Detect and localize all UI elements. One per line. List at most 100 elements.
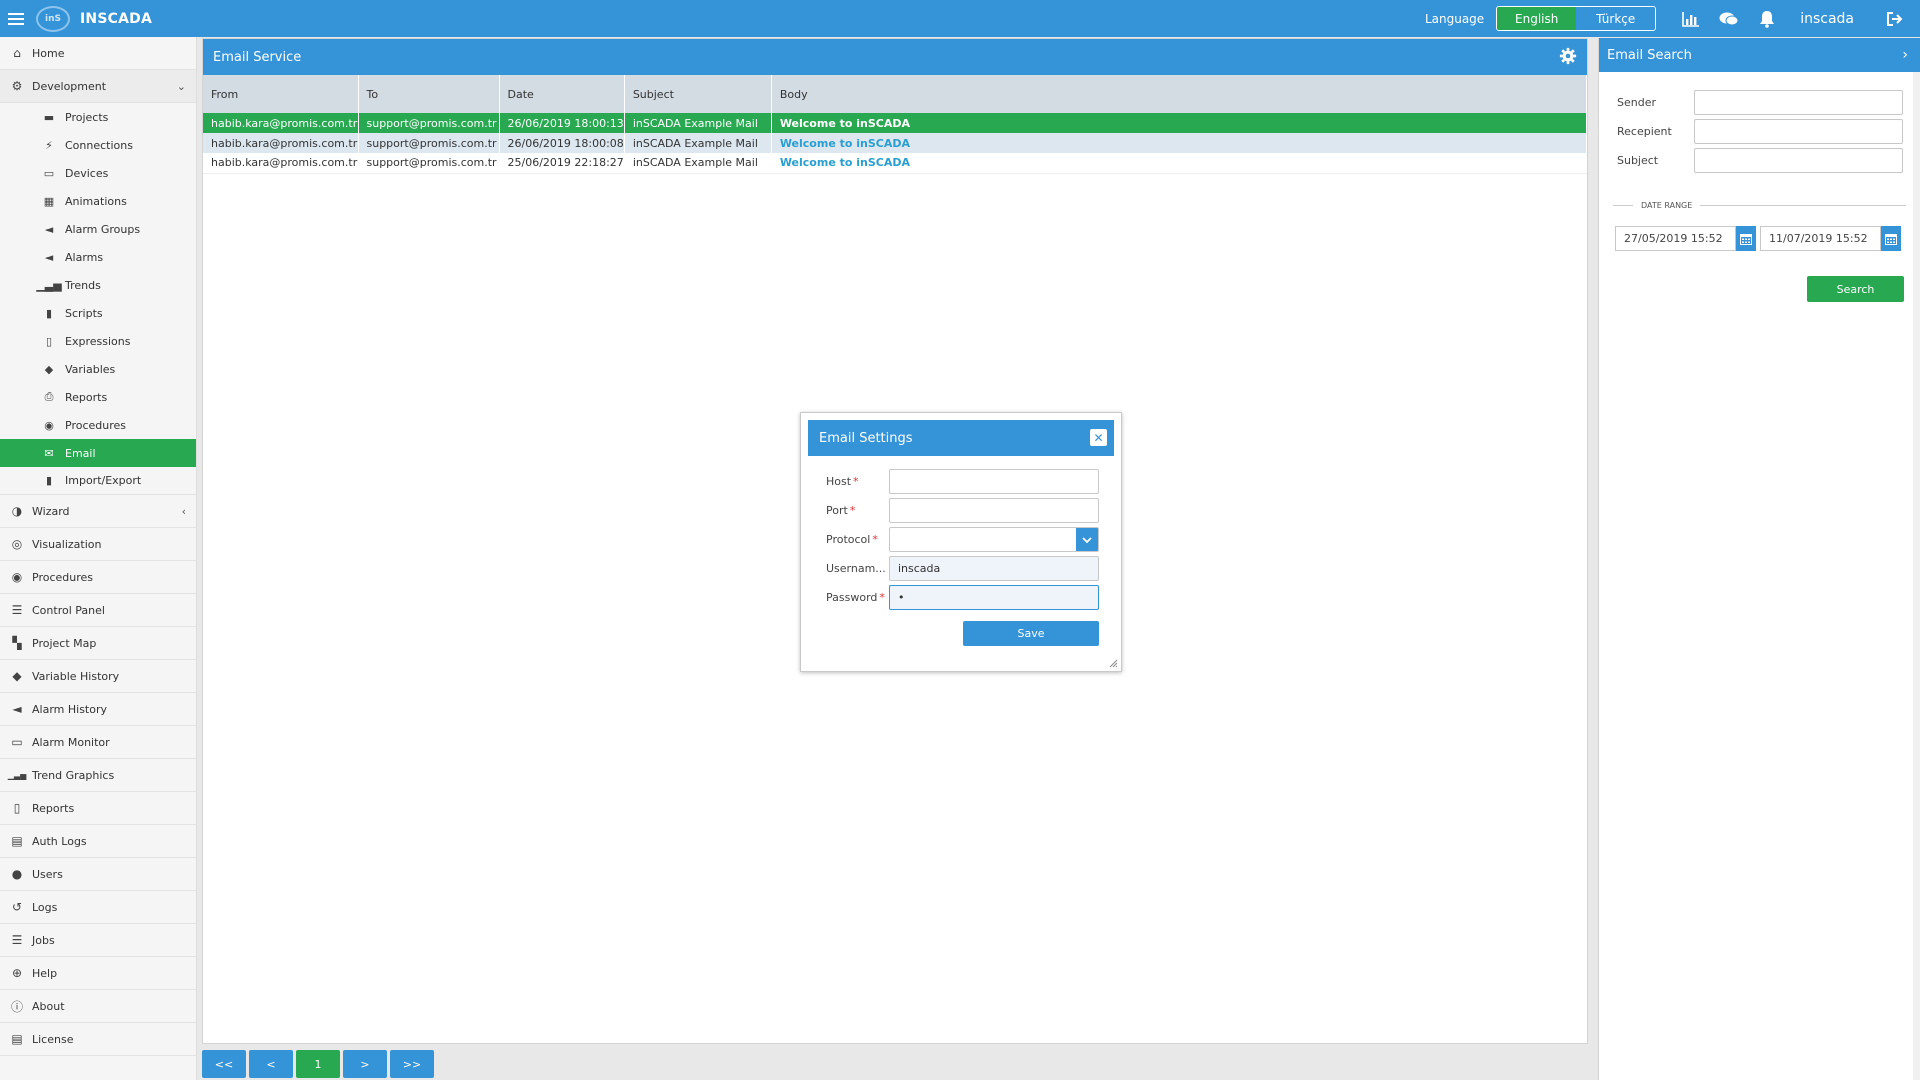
sidebar-subitem-animations[interactable]: ▦ Animations <box>0 187 196 215</box>
chat-icon[interactable] <box>1718 8 1740 30</box>
hamburger-menu-icon[interactable] <box>8 12 24 25</box>
sidebar-subitem-procedures[interactable]: ◉ Procedures <box>0 411 196 439</box>
sidebar-subitem-scripts[interactable]: ▮ Scripts <box>0 299 196 327</box>
sidebar-subitem-devices[interactable]: ▭ Devices <box>0 159 196 187</box>
sidebar-item-visualization[interactable]: ◎ Visualization <box>0 528 196 561</box>
calendar-icon[interactable] <box>1736 226 1756 251</box>
search-button[interactable]: Search <box>1807 276 1904 302</box>
next-page-button[interactable]: > <box>343 1050 387 1078</box>
protocol-select[interactable] <box>889 527 1099 552</box>
column-header-date[interactable]: Date <box>499 75 625 113</box>
sidebar-item-auth-logs[interactable]: ▤ Auth Logs <box>0 825 196 858</box>
sidebar-item-home[interactable]: ⌂ Home <box>0 37 196 70</box>
first-page-button[interactable]: << <box>202 1050 246 1078</box>
sidebar-item-reports[interactable]: ▯ Reports <box>0 792 196 825</box>
email-search-panel: Email Search › Sender Recepient Subject … <box>1598 38 1920 1080</box>
sidebar-item-help[interactable]: ⊕ Help <box>0 957 196 990</box>
password-input[interactable] <box>889 585 1099 610</box>
table-row[interactable]: habib.kara@promis.com.tr support@promis.… <box>203 133 1588 153</box>
logout-icon[interactable] <box>1884 8 1906 30</box>
wizard-icon: ◑ <box>11 504 23 518</box>
scrollbar[interactable] <box>1913 72 1920 1080</box>
page-1-button[interactable]: 1 <box>296 1050 340 1078</box>
sidebar-subitem-alarm-groups[interactable]: ◄ Alarm Groups <box>0 215 196 243</box>
sidebar-item-users[interactable]: ● Users <box>0 858 196 891</box>
panel-title: Email Service <box>213 49 302 65</box>
sidebar-item-label: Jobs <box>32 933 55 947</box>
sidebar-subitem-connections[interactable]: ⚡ Connections <box>0 131 196 159</box>
sidebar-item-wizard[interactable]: ◑ Wizard ‹ <box>0 495 196 528</box>
language-turkish-button[interactable]: Türkçe <box>1576 7 1656 30</box>
subject-label: Subject <box>1617 154 1659 167</box>
bell-icon[interactable] <box>1756 8 1778 30</box>
prev-page-button[interactable]: < <box>249 1050 293 1078</box>
save-button[interactable]: Save <box>963 621 1099 646</box>
logo: inS <box>36 5 70 32</box>
close-icon[interactable]: ✕ <box>1090 429 1107 446</box>
port-input[interactable] <box>889 498 1099 523</box>
sidebar-item-procedures[interactable]: ◉ Procedures <box>0 561 196 594</box>
sidebar-item-logs[interactable]: ↺ Logs <box>0 891 196 924</box>
sidebar-item-jobs[interactable]: ☰ Jobs <box>0 924 196 957</box>
host-input[interactable] <box>889 469 1099 494</box>
password-row: Password * <box>826 583 1114 612</box>
sidebar-item-label: Alarm History <box>32 702 107 716</box>
history-icon: ↺ <box>11 900 23 914</box>
username-row: Usernam... <box>826 554 1114 583</box>
date-to-input[interactable] <box>1760 226 1881 251</box>
sidebar-item-license[interactable]: ▤ License <box>0 1023 196 1056</box>
sidebar-subitem-variables[interactable]: ◆ Variables <box>0 355 196 383</box>
cell-from: habib.kara@promis.com.tr <box>203 153 359 174</box>
column-header-from[interactable]: From <box>203 75 359 113</box>
sidebar-subitem-alarms[interactable]: ◄ Alarms <box>0 243 196 271</box>
sidebar-item-alarm-monitor[interactable]: ▭ Alarm Monitor <box>0 726 196 759</box>
sidebar-subitem-import-export[interactable]: ▮ Import/Export <box>0 467 196 495</box>
cell-to: support@promis.com.tr <box>358 153 500 174</box>
sidebar-item-variable-history[interactable]: ◆ Variable History <box>0 660 196 693</box>
bar-chart-icon[interactable] <box>1680 8 1702 30</box>
subject-input[interactable] <box>1694 148 1903 173</box>
column-header-subject[interactable]: Subject <box>624 75 772 113</box>
plug-icon: ⚡ <box>45 138 53 152</box>
language-english-button[interactable]: English <box>1497 7 1577 30</box>
column-header-body[interactable]: Body <box>771 75 1588 113</box>
date-from-input[interactable] <box>1615 226 1736 251</box>
sidebar-subitem-expressions[interactable]: ▯ Expressions <box>0 327 196 355</box>
username-input[interactable] <box>889 556 1099 581</box>
sender-input[interactable] <box>1694 90 1903 115</box>
file-icon: ▮ <box>45 474 53 487</box>
sidebar-item-development[interactable]: ⚙ Development ⌄ <box>0 70 196 103</box>
sidebar-item-about[interactable]: ⓘ About <box>0 990 196 1023</box>
collapse-arrow-icon[interactable]: › <box>1902 47 1908 63</box>
print-icon: ⎙ <box>44 390 54 403</box>
username-label[interactable]: inscada <box>1800 11 1854 27</box>
table-header-row: From To Date Subject Body <box>203 75 1588 113</box>
sidebar-item-trend-graphics[interactable]: ▁▃▅ Trend Graphics <box>0 759 196 792</box>
sidebar-subitem-projects[interactable]: ▬ Projects <box>0 103 196 131</box>
sidebar-item-project-map[interactable]: ▚ Project Map <box>0 627 196 660</box>
calendar-icon[interactable] <box>1881 226 1901 251</box>
sidebar-item-label: Help <box>32 966 58 980</box>
chevron-down-icon[interactable] <box>1076 528 1098 551</box>
column-header-to[interactable]: To <box>358 75 500 113</box>
brand-title: INSCADA <box>80 10 152 27</box>
cell-body: Welcome to inSCADA <box>771 153 1588 174</box>
megaphone-icon: ◄ <box>12 702 22 716</box>
recipient-input[interactable] <box>1694 119 1903 144</box>
gear-icon[interactable] <box>1559 47 1577 65</box>
sidebar-item-alarm-history[interactable]: ◄ Alarm History <box>0 693 196 726</box>
table-row[interactable]: habib.kara@promis.com.tr support@promis.… <box>203 113 1588 133</box>
resize-handle-icon[interactable] <box>1109 659 1118 668</box>
protocol-select-value <box>890 528 1076 551</box>
sidebar-item-label: Users <box>32 867 63 881</box>
sidebar-item-control-panel[interactable]: ☰ Control Panel <box>0 594 196 627</box>
map-icon: ▚ <box>12 636 22 650</box>
sidebar-subitem-email[interactable]: ✉ Email <box>0 439 196 467</box>
panel-header: Email Service <box>203 39 1587 75</box>
sidebar-subitem-trends[interactable]: ▁▃▅ Trends <box>0 271 196 299</box>
sidebar-subitem-reports[interactable]: ⎙ Reports <box>0 383 196 411</box>
last-page-button[interactable]: >> <box>390 1050 434 1078</box>
recipient-label: Recepient <box>1617 125 1672 138</box>
sender-row: Sender <box>1617 88 1920 117</box>
table-row[interactable]: habib.kara@promis.com.tr support@promis.… <box>203 153 1588 174</box>
